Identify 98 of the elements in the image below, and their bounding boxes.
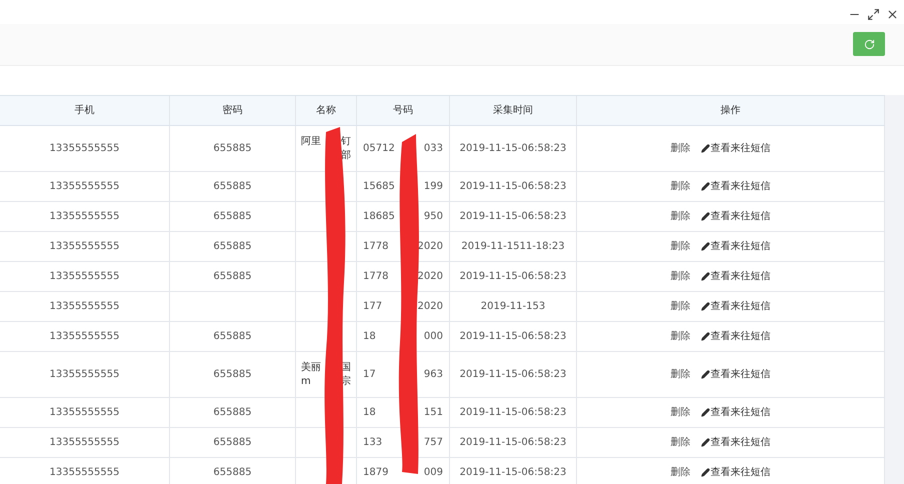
name-fragment: 美丽	[301, 360, 321, 374]
number-fragment: 177	[363, 300, 382, 314]
number-fragment: 963	[424, 368, 443, 382]
table-cell-text: 2019-11-15-06:58:23	[460, 210, 566, 224]
delete-link[interactable]: 删除	[670, 405, 690, 420]
column-header: 采集时间	[493, 104, 533, 118]
column-header: 手机	[74, 104, 94, 118]
table-cell-text: 13355555555	[50, 270, 120, 284]
delete-link[interactable]: 删除	[670, 329, 690, 344]
table-cell-text: 13355555555	[50, 300, 120, 314]
table-cell-text: 2019-11-15-06:58:23	[460, 142, 566, 156]
table-cell-text: 13355555555	[50, 210, 120, 224]
pencil-icon	[700, 182, 710, 191]
table-cell-text: 655885	[213, 330, 252, 344]
view-messages-link[interactable]: 查看来往短信	[700, 299, 770, 314]
table-cell-text: 655885	[213, 210, 252, 224]
table-cell-text: 2019-11-15-06:58:23	[460, 368, 566, 382]
table-cell-text: 13355555555	[50, 368, 120, 382]
pencil-icon	[700, 272, 710, 281]
view-messages-link[interactable]: 查看来往短信	[700, 239, 770, 254]
number-fragment: 1879	[363, 466, 388, 480]
number-fragment: 1778	[363, 240, 388, 254]
table-cell-text: 2019-11-15-06:58:23	[460, 180, 566, 194]
number-fragment: 151	[424, 406, 443, 420]
delete-link[interactable]: 删除	[670, 239, 690, 254]
view-messages-link[interactable]: 查看来往短信	[700, 329, 770, 344]
table-cell-text: 2019-11-15-06:58:23	[460, 466, 566, 480]
delete-link[interactable]: 删除	[670, 465, 690, 480]
table-cell-text: 655885	[213, 368, 252, 382]
view-messages-link[interactable]: 查看来往短信	[700, 179, 770, 194]
pencil-icon	[700, 370, 710, 379]
number-fragment: 15685	[363, 180, 395, 194]
pencil-icon	[700, 212, 710, 221]
number-fragment: 05712	[363, 142, 395, 156]
number-fragment: 199	[424, 180, 443, 194]
table-cell-text: 2019-11-15-06:58:23	[460, 330, 566, 344]
view-messages-link[interactable]: 查看来往短信	[700, 435, 770, 450]
number-fragment: 2020	[418, 270, 443, 284]
pencil-icon	[700, 408, 710, 417]
table-cell-text: 655885	[213, 436, 252, 450]
column-header: 密码	[222, 104, 242, 118]
pencil-icon	[700, 144, 710, 153]
number-fragment: 18	[363, 330, 376, 344]
refresh-icon	[864, 38, 874, 50]
number-fragment: 18	[363, 406, 376, 420]
view-messages-link[interactable]: 查看来往短信	[700, 209, 770, 224]
table-cell-text: 2019-11-153	[480, 300, 546, 314]
number-fragment: 133	[363, 436, 382, 450]
name-fragment: 阿里	[301, 134, 321, 148]
number-fragment: 17	[363, 368, 376, 382]
view-messages-link[interactable]: 查看来往短信	[700, 465, 770, 480]
table-cell-text: 13355555555	[50, 330, 120, 344]
delete-link[interactable]: 删除	[670, 435, 690, 450]
delete-link[interactable]: 删除	[670, 179, 690, 194]
table-cell-text: 655885	[213, 466, 252, 480]
pencil-icon	[700, 438, 710, 447]
delete-link[interactable]: 删除	[670, 209, 690, 224]
table-cell-text: 13355555555	[50, 436, 120, 450]
name-fragment: 钉	[341, 134, 351, 148]
table-cell-text: 655885	[213, 180, 252, 194]
column-header: 操作	[720, 104, 740, 118]
table-cell-text: 13355555555	[50, 180, 120, 194]
view-messages-link[interactable]: 查看来往短信	[700, 367, 770, 382]
pencil-icon	[700, 332, 710, 341]
delete-link[interactable]: 删除	[670, 269, 690, 284]
pencil-icon	[700, 302, 710, 311]
view-messages-link[interactable]: 查看来往短信	[700, 269, 770, 284]
view-messages-link[interactable]: 查看来往短信	[700, 141, 770, 156]
table-cell-text: 2019-11-15-06:58:23	[460, 406, 566, 420]
pencil-icon	[700, 242, 710, 251]
view-messages-link[interactable]: 查看来往短信	[700, 405, 770, 420]
table-cell-text: 13355555555	[50, 240, 120, 254]
table-cell-text: 655885	[213, 270, 252, 284]
number-fragment: 033	[424, 142, 443, 156]
number-fragment: 18685	[363, 210, 395, 224]
number-fragment: 2020	[418, 300, 443, 314]
number-fragment: 950	[424, 210, 443, 224]
table-cell-text: 2019-11-1511-18:23	[461, 240, 565, 254]
table-cell-text: 655885	[213, 240, 252, 254]
column-header: 名称	[316, 104, 336, 118]
name-fragment: m	[301, 374, 311, 388]
number-fragment: 757	[424, 436, 443, 450]
number-fragment: 1778	[363, 270, 388, 284]
delete-link[interactable]: 删除	[670, 299, 690, 314]
table-cell-text: 13355555555	[50, 406, 120, 420]
table-cell-text: 2019-11-15-06:58:23	[460, 436, 566, 450]
number-fragment: 000	[424, 330, 443, 344]
pencil-icon	[700, 468, 710, 477]
delete-link[interactable]: 删除	[670, 141, 690, 156]
number-fragment: 009	[424, 466, 443, 480]
table-cell-text: 655885	[213, 406, 252, 420]
maximize-icon[interactable]	[866, 6, 881, 22]
delete-link[interactable]: 删除	[670, 367, 690, 382]
table-cell-text: 13355555555	[50, 142, 120, 156]
table-cell-text: 2019-11-15-06:58:23	[460, 270, 566, 284]
table-cell-text: 13355555555	[50, 466, 120, 480]
table-cell-text: 655885	[213, 142, 252, 156]
column-header: 号码	[393, 104, 413, 118]
